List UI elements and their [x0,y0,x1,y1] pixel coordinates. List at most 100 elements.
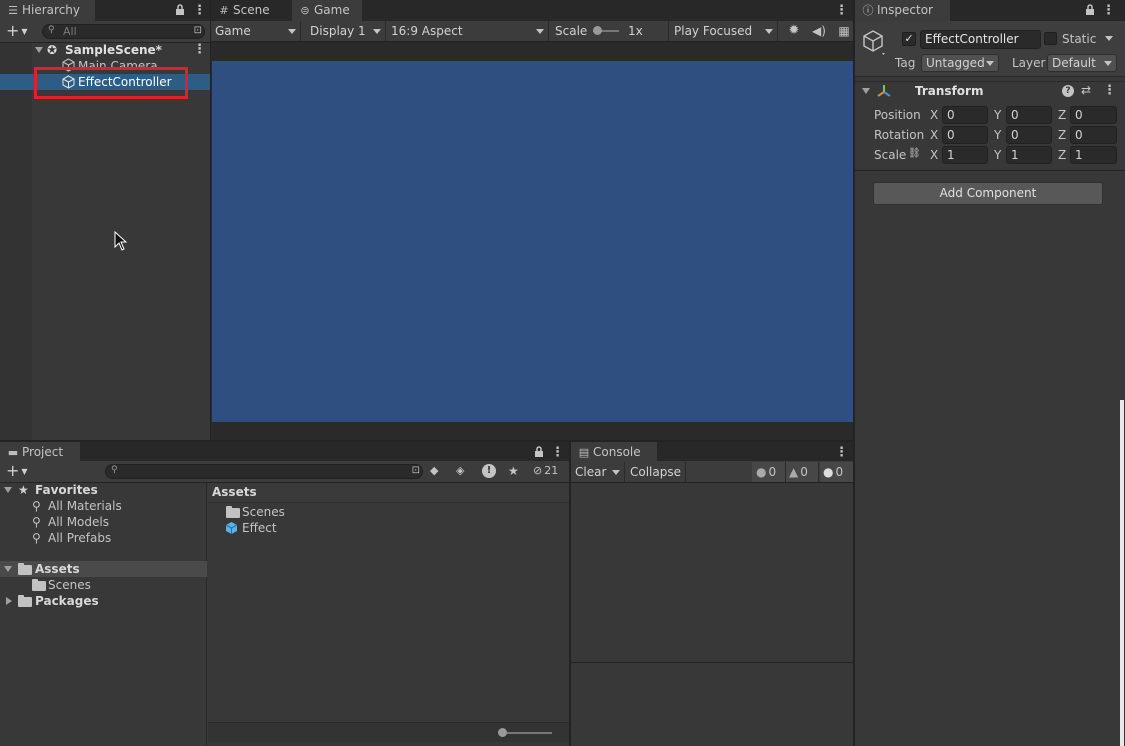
expand-packages-icon[interactable] [6,597,12,605]
scale-x-field[interactable]: 1 [942,146,988,164]
position-label: Position [874,108,921,122]
help-icon[interactable]: ? [1062,85,1074,97]
search-icon: ⚲ [32,531,41,545]
tab-console[interactable]: ▤ Console [571,442,657,463]
search-icon: ⚲ [111,465,118,475]
assets-header-label[interactable]: Assets [212,485,257,499]
scene-name: SampleScene* [65,43,162,57]
tab-scene[interactable]: # Scene [211,0,291,21]
project-menu-icon[interactable]: ⋮ [551,446,564,460]
play-mode-dropdown[interactable]: Play Focused [670,21,778,41]
display-dropdown[interactable]: Display 1 [306,21,386,41]
add-component-button[interactable]: Add Component [873,182,1103,205]
create-asset-button[interactable]: + ▼ [6,463,32,479]
rotation-z-field[interactable]: 0 [1070,126,1117,144]
game-mode-dropdown[interactable]: Game [211,21,301,41]
expand-assets-icon[interactable] [4,566,12,572]
scale-label: Scale [555,24,588,38]
assets-row[interactable]: Assets [0,561,207,577]
game-menu-icon[interactable]: ⋮ [835,4,848,18]
filter-by-label-icon[interactable]: ◈ [456,463,472,479]
scale-slider-thumb[interactable] [593,26,602,35]
project-tabbar [0,442,569,463]
list-icon: ☰ [8,4,18,17]
layer-dropdown[interactable]: Default [1047,54,1117,72]
console-menu-icon[interactable]: ⋮ [835,446,848,460]
tab-project[interactable]: ▬ Project [0,442,80,463]
chevron-down-icon [288,29,296,34]
favorites-row[interactable]: ★ Favorites [0,482,207,498]
console-detail-area [571,664,853,746]
icon-size-slider-thumb[interactable] [498,728,507,737]
lock-icon[interactable] [175,4,185,16]
scene-menu-icon[interactable]: ⋮ [193,43,206,57]
favorite-item[interactable]: ⚲ All Prefabs [0,530,207,546]
inspector-menu-icon[interactable]: ⋮ [1102,4,1115,18]
audio-icon[interactable]: ◀) [811,22,827,40]
lock-icon[interactable] [534,446,544,458]
favorite-star-icon[interactable]: ★ [508,463,524,479]
game-viewport[interactable] [212,61,853,422]
gameobject-large-icon[interactable] [862,29,888,59]
error-icon: ● [823,465,834,479]
info-toggle[interactable]: ● 0 [752,462,786,482]
position-y-field[interactable]: 0 [1006,106,1052,124]
tab-console-label: Console [593,445,641,459]
icon-size-slider[interactable] [500,732,552,734]
preset-icon[interactable]: ⇄ [1081,83,1095,97]
lock-icon[interactable] [1085,4,1095,16]
object-name-field[interactable]: EffectController [920,30,1041,49]
error-toggle[interactable]: ● 0 [820,462,853,482]
bug-icon[interactable]: ✹ [786,22,802,40]
hierarchy-search-input[interactable]: ⚲ All ⊡ [42,24,205,39]
panel-divider [0,440,853,442]
layer-label: Layer [1012,56,1046,70]
axis-x-label: X [930,108,939,122]
asset-item[interactable]: Scenes [208,504,569,520]
transform-menu-icon[interactable]: ⋮ [1103,84,1116,98]
collapse-transform-icon[interactable] [862,88,870,94]
collapse-label: Collapse [630,465,681,479]
tag-dropdown[interactable]: Untagged [921,54,999,72]
tab-inspector[interactable]: ⓘ Inspector [855,0,950,21]
expand-favorites-icon[interactable] [4,487,12,493]
favorite-item[interactable]: ⚲ All Models [0,514,207,530]
component-divider [855,170,1125,171]
hierarchy-menu-icon[interactable]: ⋮ [193,4,206,18]
expand-scene-icon[interactable] [35,47,43,53]
mouse-cursor-icon [114,230,128,251]
stats-icon[interactable]: ▦ [835,22,853,40]
aspect-dropdown[interactable]: 16:9 Aspect [387,21,549,41]
filter-by-type-icon[interactable]: ◆ [430,463,446,479]
scene-row[interactable]: ✪ SampleScene* ⋮ [0,42,210,58]
info-circle-icon: ● [756,465,767,479]
tab-game[interactable]: ⊜ Game [292,0,362,21]
packages-row[interactable]: Packages [0,593,207,609]
hidden-packages-toggle[interactable]: ⊘ 21 [533,463,567,479]
rotation-x-field[interactable]: 0 [942,126,988,144]
static-checkbox[interactable] [1044,32,1057,45]
filter-warnings-icon[interactable]: ! [482,464,496,478]
search-type-icon[interactable]: ⊡ [194,25,202,36]
clear-button[interactable]: Clear [571,462,625,482]
static-dropdown[interactable] [1105,36,1113,41]
rotation-y-field[interactable]: 0 [1006,126,1052,144]
tab-hierarchy[interactable]: ☰ Hierarchy [0,0,95,21]
collapse-toggle[interactable]: Collapse [626,462,686,482]
search-type-icon[interactable]: ⊡ [412,465,420,476]
scale-y-field[interactable]: 1 [1006,146,1052,164]
scale-z-field[interactable]: 1 [1070,146,1117,164]
position-x-field[interactable]: 0 [942,106,988,124]
active-checkbox[interactable]: ✓ [902,32,916,46]
constrain-proportions-icon[interactable]: ⛓ [908,146,922,162]
favorite-item[interactable]: ⚲ All Materials [0,498,207,514]
inspector-scrollbar[interactable] [1120,400,1124,746]
asset-item[interactable]: Effect [208,520,569,536]
static-label: Static [1062,32,1097,46]
assets-child-row[interactable]: Scenes [0,577,207,593]
warning-toggle[interactable]: ▲ 0 [786,462,819,482]
position-z-field[interactable]: 0 [1070,106,1117,124]
project-search-input[interactable]: ⚲ ⊡ [105,464,423,479]
tab-project-label: Project [22,445,64,459]
add-object-button[interactable]: + ▼ [6,23,32,39]
